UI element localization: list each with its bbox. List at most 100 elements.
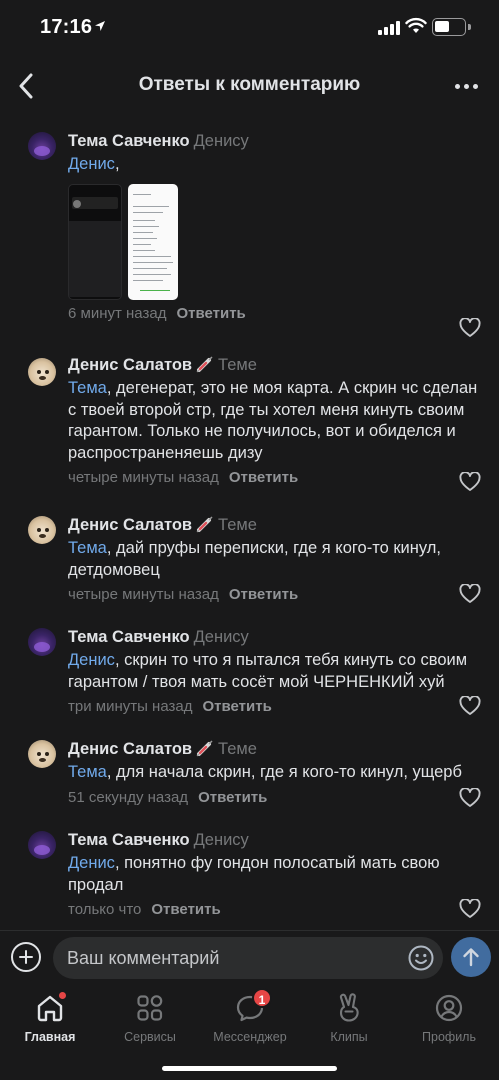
comment-text: Тема, для начала скрин, где я кого-то ки… xyxy=(68,762,479,784)
tab-label: Сервисы xyxy=(124,1030,176,1044)
avatar[interactable] xyxy=(28,740,56,768)
comment-text-content: , для начала скрин, где я кого-то кинул,… xyxy=(106,763,462,781)
mention-link[interactable]: Тема xyxy=(68,379,107,397)
reply-button[interactable]: Ответить xyxy=(202,698,271,715)
cellular-signal-icon xyxy=(378,20,400,35)
mention-link[interactable]: Тема xyxy=(68,763,107,781)
mention-link[interactable]: Денис xyxy=(68,651,115,669)
add-attachment-button[interactable] xyxy=(11,942,41,972)
avatar[interactable] xyxy=(28,358,56,386)
profile-icon xyxy=(435,994,463,1022)
avatar[interactable] xyxy=(28,628,56,656)
tab-profile[interactable]: Профиль xyxy=(404,990,494,1044)
reply-button[interactable]: Ответить xyxy=(229,586,298,603)
heart-icon[interactable] xyxy=(459,584,481,604)
heart-icon[interactable] xyxy=(459,788,481,808)
mention-link[interactable]: Денис xyxy=(68,155,115,173)
tab-label: Мессенджер xyxy=(213,1030,287,1044)
reply-button[interactable]: Ответить xyxy=(198,789,267,806)
mention-link[interactable]: Денис xyxy=(68,854,115,872)
comment-body: Денис Салатов Теме Тема, дегенерат, это н… xyxy=(68,354,479,488)
reply-to: Теме xyxy=(218,516,257,534)
tab-label: Главная xyxy=(24,1030,76,1044)
location-arrow-icon xyxy=(95,21,105,31)
comment-text: Денис, скрин то что я пытался тебя кинут… xyxy=(68,650,479,693)
comment-author[interactable]: Тема Савченко xyxy=(68,628,190,646)
arrow-up-icon xyxy=(463,948,479,967)
dot xyxy=(463,83,469,89)
tab-label: Профиль xyxy=(422,1030,476,1044)
comment-time: четыре минуты назад xyxy=(68,469,219,486)
comment-text-content: , скрин то что я пытался тебя кинуть со … xyxy=(68,651,468,691)
tab-messenger[interactable]: 1 Мессенджер xyxy=(205,988,295,1044)
heart-icon[interactable] xyxy=(459,472,481,492)
avatar[interactable] xyxy=(28,132,56,160)
heart-icon[interactable] xyxy=(459,899,481,919)
status-time: 17:16 xyxy=(40,16,93,38)
reply-button[interactable]: Ответить xyxy=(151,901,220,918)
avatar[interactable] xyxy=(28,516,56,544)
reply-button[interactable]: Ответить xyxy=(176,305,245,322)
heart-icon[interactable] xyxy=(459,318,481,338)
status-bar: 17:16 xyxy=(0,0,499,56)
home-indicator[interactable] xyxy=(162,1066,337,1071)
battery-icon xyxy=(432,18,466,36)
dot xyxy=(454,83,460,89)
tab-services[interactable]: Сервисы xyxy=(105,990,195,1044)
syringe-emoji-icon xyxy=(196,740,213,757)
comment-input[interactable] xyxy=(53,937,443,979)
comment-text-content: , понятно фу гондон полосатый мать свою … xyxy=(68,854,440,894)
comment-body: Тема Савченко Денису Денис, скрин то что … xyxy=(68,626,479,717)
notification-dot xyxy=(59,992,66,999)
comment-text-content: , xyxy=(114,155,120,173)
comment-body: Денис Салатов Теме Тема, для начала скрин… xyxy=(68,738,479,808)
unread-count-badge: 1 xyxy=(252,988,272,1008)
reply-to: Теме xyxy=(218,356,257,374)
comment-meta: только что Ответить xyxy=(68,900,479,920)
mention-link[interactable]: Тема xyxy=(68,539,107,557)
reply-to: Денису xyxy=(193,628,249,646)
comment-text: Денис, понятно фу гондон полосатый мать … xyxy=(68,853,479,896)
comment-meta: четыре минуты назад Ответить xyxy=(68,468,479,488)
comment-author[interactable]: Денис Салатов xyxy=(68,740,192,758)
attachment-screenshot[interactable] xyxy=(128,183,178,300)
attachments xyxy=(68,183,479,300)
attachment-screenshot[interactable] xyxy=(68,183,122,300)
reply-to: Денису xyxy=(193,132,249,150)
avatar[interactable] xyxy=(28,831,56,859)
heart-icon[interactable] xyxy=(459,696,481,716)
comment-time: только что xyxy=(68,901,142,918)
comment-text-content: , дегенерат, это не моя карта. А скрин ч… xyxy=(68,379,478,462)
comment-meta: четыре минуты назад Ответить xyxy=(68,585,479,605)
syringe-emoji-icon xyxy=(196,516,213,533)
send-button[interactable] xyxy=(451,937,491,977)
comment-meta: 6 минут назад Ответить xyxy=(68,304,479,324)
comment-meta: три минуты назад Ответить xyxy=(68,697,479,717)
comment-time: 51 секунду назад xyxy=(68,788,189,806)
reply-button[interactable]: Ответить xyxy=(229,469,298,486)
reply-to: Денису xyxy=(193,831,249,849)
comment-text: Денис, xyxy=(68,154,479,176)
comment-author[interactable]: Денис Салатов xyxy=(68,516,192,534)
header: Ответы к комментарию xyxy=(0,56,499,116)
comment-author[interactable]: Тема Савченко xyxy=(68,831,190,849)
comment-input-bar xyxy=(0,930,499,984)
comment-text-content: , дай пруфы переписки, где я кого-то кин… xyxy=(68,539,441,579)
wifi-icon xyxy=(405,17,427,33)
clips-icon xyxy=(339,993,359,1022)
more-options-button[interactable] xyxy=(451,74,481,98)
comment-author[interactable]: Тема Савченко xyxy=(68,132,190,150)
comment-body: Тема Савченко Денису Денис, 6 минут наза… xyxy=(68,130,479,324)
tab-clips[interactable]: Клипы xyxy=(304,990,394,1044)
comment-text: Тема, дегенерат, это не моя карта. А скр… xyxy=(68,378,479,464)
battery-tip xyxy=(468,24,471,30)
comment-text: Тема, дай пруфы переписки, где я кого-то… xyxy=(68,538,479,581)
plus-icon xyxy=(19,950,33,964)
comment-body: Тема Савченко Денису Денис, понятно фу го… xyxy=(68,829,479,920)
smile-icon[interactable] xyxy=(408,945,434,971)
comment-author[interactable]: Денис Салатов xyxy=(68,356,192,374)
tab-home[interactable]: Главная xyxy=(5,990,95,1044)
syringe-emoji-icon xyxy=(196,356,213,373)
comment-time: три минуты назад xyxy=(68,698,193,715)
reply-to: Теме xyxy=(218,740,257,758)
